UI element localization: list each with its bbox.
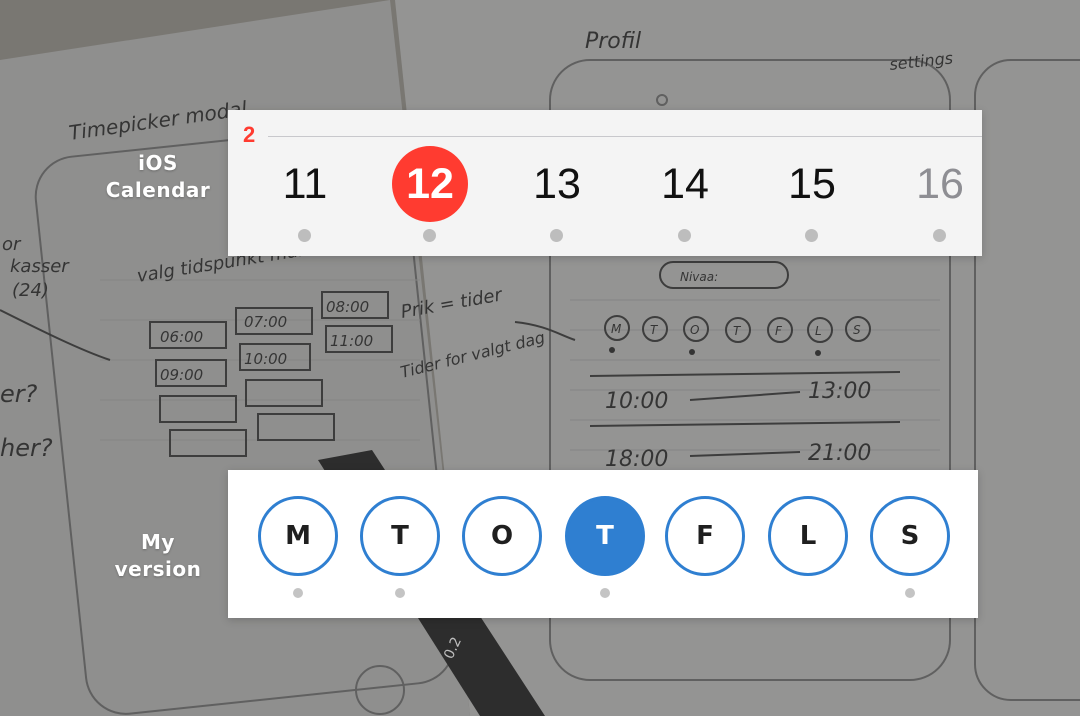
ios-label-line2: Calendar [105, 178, 211, 202]
weekday-letter: O [462, 496, 542, 576]
ios-label-line1: iOS [138, 151, 178, 175]
divider [268, 136, 982, 137]
ios-day-cell[interactable]: 12 [391, 146, 469, 246]
ios-day-cell[interactable]: 16 [901, 146, 979, 246]
day-number: 15 [788, 160, 836, 208]
event-dot [293, 588, 303, 598]
weekday-letter: F [665, 496, 745, 576]
event-dot [678, 229, 691, 242]
day-number: 14 [661, 160, 709, 208]
day-number: 12 [392, 146, 468, 222]
weekday-button[interactable]: T [565, 496, 645, 600]
ios-day-cell[interactable]: 15 [773, 146, 851, 246]
day-number: 16 [916, 160, 964, 208]
event-dot [395, 588, 405, 598]
weekday-button[interactable]: O [462, 496, 542, 600]
my-version-strip: M T O T F L S [228, 470, 978, 618]
weekday-button[interactable]: L [768, 496, 848, 600]
weekday-button[interactable]: M [258, 496, 338, 600]
event-dot [805, 229, 818, 242]
day-number: 13 [533, 160, 581, 208]
event-dot [600, 588, 610, 598]
event-dot [905, 588, 915, 598]
mine-label-line2: version [114, 557, 202, 581]
ios-day-cell[interactable]: 14 [646, 146, 724, 246]
weekday-letter: T [565, 496, 645, 576]
weekday-letter: L [768, 496, 848, 576]
weekday-letter: S [870, 496, 950, 576]
event-dot [298, 229, 311, 242]
event-dot [933, 229, 946, 242]
ios-day-cell[interactable]: 11 [266, 146, 344, 246]
mine-label-line1: My [141, 530, 175, 554]
weekday-button[interactable]: T [360, 496, 440, 600]
ios-calendar-strip: 2 11 12 13 14 15 16 [228, 110, 982, 256]
ios-day-cell[interactable]: 13 [518, 146, 596, 246]
event-dot [423, 229, 436, 242]
ios-calendar-label: iOS Calendar [96, 150, 220, 204]
event-dot [550, 229, 563, 242]
weekday-letter: M [258, 496, 338, 576]
my-version-label: My version [96, 529, 220, 583]
day-number: 11 [282, 160, 328, 208]
weekday-button[interactable]: S [870, 496, 950, 600]
weekday-letter: T [360, 496, 440, 576]
weekday-button[interactable]: F [665, 496, 745, 600]
month-marker: 2 [243, 122, 256, 147]
